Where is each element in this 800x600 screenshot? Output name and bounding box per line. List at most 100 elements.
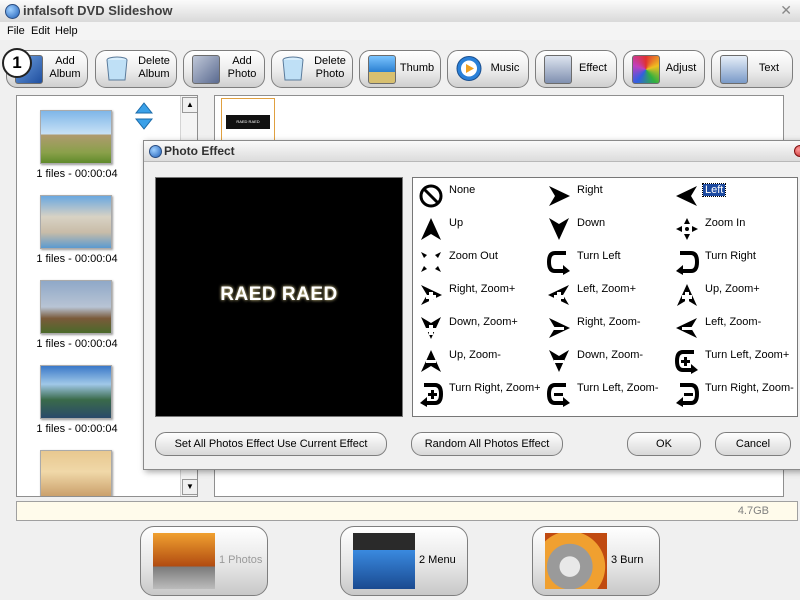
effect-label: Up bbox=[449, 217, 464, 229]
effect-label: Zoom In bbox=[705, 217, 746, 229]
effect-option-arrow-right[interactable]: Right bbox=[543, 180, 669, 212]
delete-album-button[interactable]: Delete Album bbox=[95, 50, 177, 88]
effect-label: Turn Right bbox=[705, 250, 756, 262]
effect-option-left-zoom-out[interactable]: Left, Zoom- bbox=[671, 312, 797, 344]
photo-thumbnail[interactable]: RAED RAED bbox=[221, 98, 275, 144]
effect-option-arrow-left[interactable]: Left bbox=[671, 180, 797, 212]
none-icon bbox=[419, 184, 443, 208]
delete-photo-button[interactable]: Delete Photo bbox=[271, 50, 353, 88]
photos-camera-icon bbox=[153, 533, 215, 589]
album-reorder-icon[interactable] bbox=[135, 102, 153, 130]
effect-option-down-zoom-in[interactable]: Down, Zoom+ bbox=[415, 312, 541, 344]
dialog-title-bar: Photo Effect bbox=[144, 141, 800, 162]
effect-option-turn-left-zoom-out[interactable]: Turn Left, Zoom- bbox=[543, 378, 669, 410]
effect-label: Right bbox=[577, 184, 603, 196]
menu-file[interactable]: File bbox=[7, 25, 25, 37]
cancel-button[interactable]: Cancel bbox=[715, 432, 791, 456]
effect-label: Left bbox=[701, 183, 727, 197]
effect-label: Down, Zoom+ bbox=[449, 316, 518, 328]
effect-option-up-zoom-in[interactable]: Up, Zoom+ bbox=[671, 279, 797, 311]
thumb-label: Thumb bbox=[399, 62, 435, 74]
arrow-down-icon bbox=[549, 218, 569, 240]
dialog-title: Photo Effect bbox=[164, 144, 235, 158]
effect-option-zoom-in[interactable]: Zoom In bbox=[671, 213, 797, 245]
effect-label: Up, Zoom- bbox=[449, 349, 501, 361]
step-menu-button[interactable]: 2 Menu bbox=[340, 526, 468, 596]
menu-help[interactable]: Help bbox=[55, 25, 78, 37]
album-thumbnail bbox=[40, 195, 112, 249]
effect-option-up-zoom-out[interactable]: Up, Zoom- bbox=[415, 345, 541, 377]
menu-bar: File Edit Help bbox=[0, 22, 800, 40]
menu-edit[interactable]: Edit bbox=[31, 25, 50, 37]
ok-button[interactable]: OK bbox=[627, 432, 701, 456]
effect-option-turn-right[interactable]: Turn Right bbox=[671, 246, 797, 278]
effect-option-left-zoom-in[interactable]: Left, Zoom+ bbox=[543, 279, 669, 311]
turn-right-icon bbox=[676, 251, 700, 275]
effect-option-turn-right-zoom-in[interactable]: Turn Right, Zoom+ bbox=[415, 378, 541, 410]
trash-icon bbox=[106, 56, 128, 81]
effect-label: Right, Zoom- bbox=[577, 316, 641, 328]
effect-option-arrow-down[interactable]: Down bbox=[543, 213, 669, 245]
text-icon bbox=[720, 55, 748, 84]
album-caption: 1 files - 00:00:04 bbox=[36, 253, 118, 265]
effect-option-right-zoom-in[interactable]: Right, Zoom+ bbox=[415, 279, 541, 311]
arrow-right-icon bbox=[549, 186, 570, 206]
thumb-button[interactable]: Thumb bbox=[359, 50, 441, 88]
window-close-icon[interactable]: ✕ bbox=[780, 2, 792, 19]
effect-option-down-zoom-out[interactable]: Down, Zoom- bbox=[543, 345, 669, 377]
album-thumbnail bbox=[40, 365, 112, 419]
step-burn-button[interactable]: 3 Burn bbox=[532, 526, 660, 596]
effect-label: Turn Left, Zoom- bbox=[577, 382, 659, 394]
scroll-up-icon[interactable]: ▲ bbox=[182, 97, 197, 113]
effect-option-right-zoom-out[interactable]: Right, Zoom- bbox=[543, 312, 669, 344]
effect-preview: RAED RAED bbox=[155, 177, 403, 417]
effect-label: Down, Zoom- bbox=[577, 349, 644, 361]
set-all-effect-button[interactable]: Set All Photos Effect Use Current Effect bbox=[155, 432, 387, 456]
effect-option-zoom-out[interactable]: Zoom Out bbox=[415, 246, 541, 278]
effect-label: None bbox=[449, 184, 476, 196]
step-photos-label: 1 Photos bbox=[219, 554, 263, 566]
zoom-out-icon bbox=[421, 252, 441, 272]
scroll-down-icon[interactable]: ▼ bbox=[182, 479, 197, 495]
effect-label: Turn Left bbox=[577, 250, 621, 262]
toolbar: Add Album Delete Album Add Photo Delete Phot… bbox=[0, 40, 800, 96]
trash-icon bbox=[282, 56, 304, 81]
photo-mini-text: RAED RAED bbox=[226, 115, 270, 129]
effect-button[interactable]: Effect bbox=[535, 50, 617, 88]
effect-option-turn-right-zoom-out[interactable]: Turn Right, Zoom- bbox=[671, 378, 797, 410]
turn-left-icon bbox=[546, 251, 570, 275]
effect-option-turn-left[interactable]: Turn Left bbox=[543, 246, 669, 278]
dialog-close-icon[interactable] bbox=[794, 145, 800, 157]
arrow-left-icon bbox=[676, 186, 697, 206]
down-zoom-in-icon bbox=[421, 317, 441, 339]
delete-album-label: Delete Album bbox=[138, 55, 170, 80]
preview-text: RAED RAED bbox=[220, 284, 338, 305]
zoom-in-icon bbox=[676, 218, 698, 240]
adjust-icon bbox=[632, 55, 660, 84]
photo-effect-dialog: Photo Effect RAED RAED None Right Left Up Do… bbox=[143, 140, 800, 470]
text-button[interactable]: Text bbox=[711, 50, 793, 88]
burn-disc-icon bbox=[545, 533, 607, 589]
effect-option-arrow-up[interactable]: Up bbox=[415, 213, 541, 245]
album-caption: 1 files - 00:00:04 bbox=[36, 338, 118, 350]
thumbnail-icon bbox=[368, 55, 396, 84]
random-all-effect-button[interactable]: Random All Photos Effect bbox=[411, 432, 563, 456]
album-thumbnail bbox=[40, 110, 112, 164]
text-label: Text bbox=[758, 62, 780, 74]
add-album-label: Add Album bbox=[49, 55, 81, 80]
step-photos-button[interactable]: 1 Photos bbox=[140, 526, 268, 596]
effect-option-none[interactable]: None bbox=[415, 180, 541, 212]
delete-photo-label: Delete Photo bbox=[314, 55, 346, 80]
effect-label: Up, Zoom+ bbox=[705, 283, 760, 295]
arrow-up-icon bbox=[421, 218, 441, 240]
effect-icon bbox=[544, 55, 572, 84]
add-photo-icon bbox=[192, 55, 220, 84]
effect-label: Turn Right, Zoom+ bbox=[449, 382, 541, 394]
adjust-button[interactable]: Adjust bbox=[623, 50, 705, 88]
effect-option-turn-left-zoom-in[interactable]: Turn Left, Zoom+ bbox=[671, 345, 797, 377]
left-zoom-out-icon bbox=[676, 318, 697, 338]
effects-grid: None Right Left Up Down Zoom In Zoom Out Turn L… bbox=[412, 177, 798, 417]
add-photo-button[interactable]: Add Photo bbox=[183, 50, 265, 88]
album-thumbnail bbox=[40, 280, 112, 334]
music-button[interactable]: Music bbox=[447, 50, 529, 88]
